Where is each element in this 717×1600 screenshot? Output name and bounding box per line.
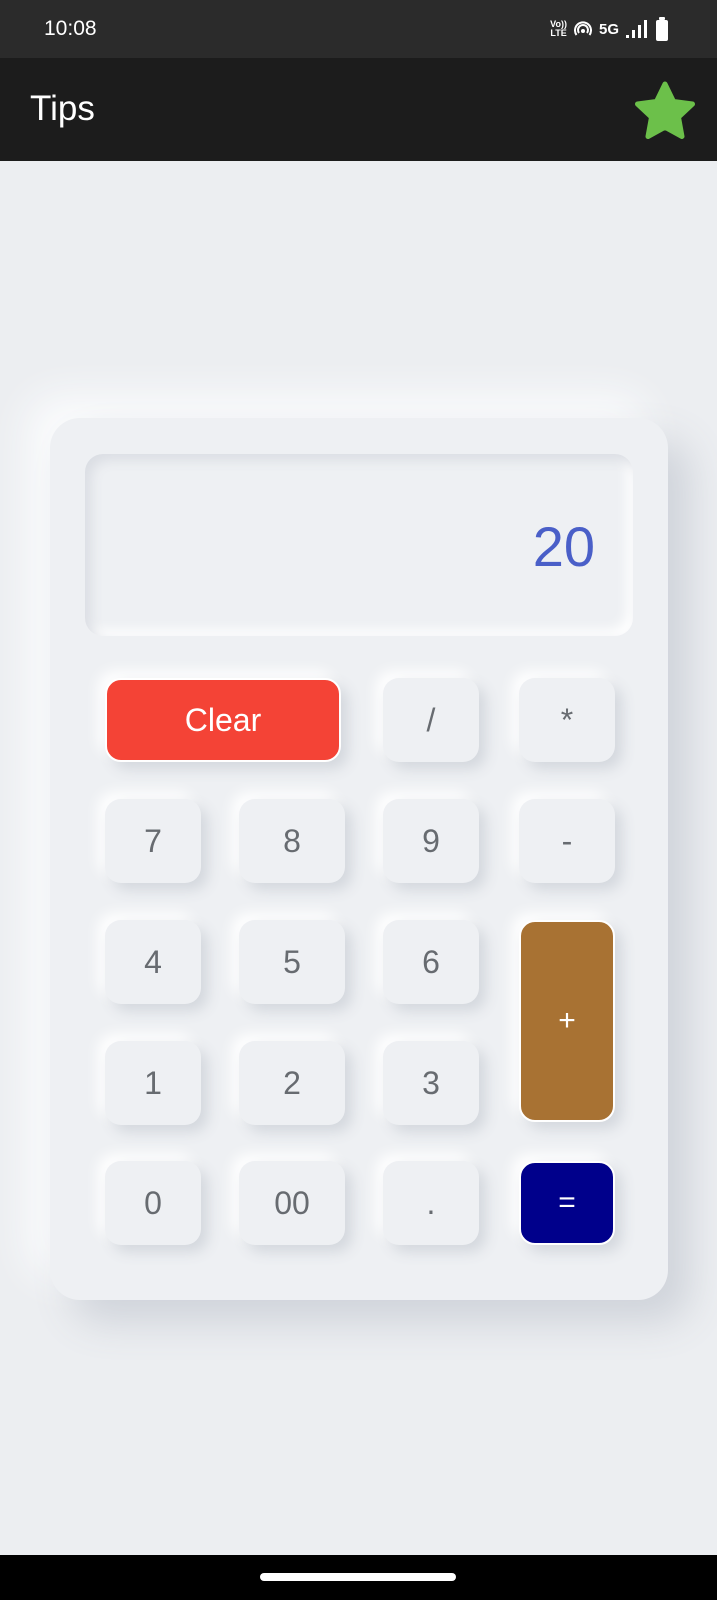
navigation-bar: [0, 1555, 717, 1600]
minus-button[interactable]: -: [519, 799, 615, 883]
battery-icon: [656, 17, 668, 41]
status-icons: Vo)) LTE 5G: [550, 16, 669, 42]
hotspot-icon: [573, 21, 592, 36]
key-6[interactable]: 6: [383, 920, 479, 1004]
volte-bottom-label: LTE: [550, 28, 567, 38]
key-5[interactable]: 5: [239, 920, 345, 1004]
key-3[interactable]: 3: [383, 1041, 479, 1125]
key-0[interactable]: 0: [105, 1161, 201, 1245]
signal-icon: [626, 20, 647, 38]
divide-button[interactable]: /: [383, 678, 479, 762]
calculator: 20 Clear / * 7 8 9 - 4 5 6 + 1 2 3 0 00 …: [50, 418, 668, 1300]
star-icon[interactable]: [634, 80, 696, 142]
status-bar: 10:08 Vo)) LTE 5G: [0, 0, 717, 58]
home-indicator[interactable]: [260, 1573, 456, 1581]
network-label: 5G: [598, 20, 619, 38]
calculator-display: 20: [85, 454, 633, 636]
volte-icon: Vo)) LTE: [550, 20, 567, 38]
key-9[interactable]: 9: [383, 799, 479, 883]
key-00[interactable]: 00: [239, 1161, 345, 1245]
key-7[interactable]: 7: [105, 799, 201, 883]
page-title: Tips: [30, 89, 95, 128]
key-8[interactable]: 8: [239, 799, 345, 883]
key-2[interactable]: 2: [239, 1041, 345, 1125]
display-value: 20: [532, 515, 595, 578]
key-1[interactable]: 1: [105, 1041, 201, 1125]
key-4[interactable]: 4: [105, 920, 201, 1004]
decimal-button[interactable]: .: [383, 1161, 479, 1245]
app-bar: Tips: [0, 58, 717, 161]
clear-button[interactable]: Clear: [105, 678, 341, 762]
multiply-button[interactable]: *: [519, 678, 615, 762]
equals-button[interactable]: =: [519, 1161, 615, 1245]
plus-button[interactable]: +: [519, 920, 615, 1122]
status-time: 10:08: [44, 17, 97, 40]
